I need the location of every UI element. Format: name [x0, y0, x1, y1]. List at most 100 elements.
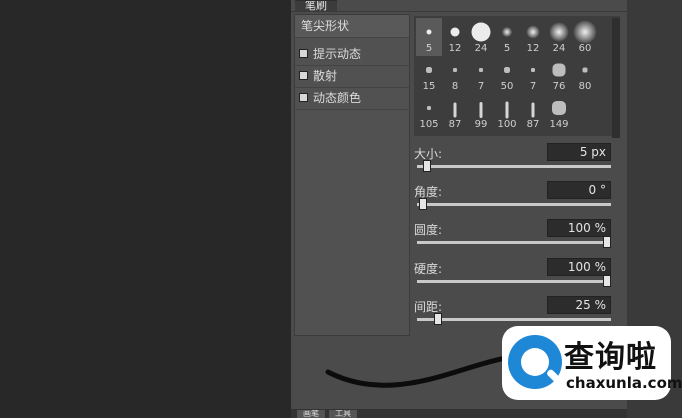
angle-input[interactable]: 0 °	[547, 181, 611, 199]
magnifier-icon	[508, 335, 563, 389]
brush-tip-icon	[504, 67, 510, 73]
brush-preset[interactable]: 50	[494, 56, 520, 94]
brush-tip-icon	[471, 22, 491, 42]
list-item-scatter[interactable]: 散射	[295, 65, 409, 88]
brush-tip-icon	[552, 101, 566, 115]
brush-tip-icon	[582, 67, 588, 73]
brush-tip-icon	[526, 25, 540, 39]
brush-preset[interactable]: 149	[546, 94, 572, 132]
brush-preset-size: 100	[497, 119, 517, 130]
list-item-label: 散射	[313, 69, 338, 83]
brush-tip-icon	[531, 68, 535, 72]
tab-tool-bottom[interactable]: 工具	[329, 410, 357, 418]
spacing-input[interactable]: 25 %	[547, 296, 611, 314]
brush-tip-icon	[426, 29, 432, 35]
brush-preset-size: 5	[425, 43, 433, 54]
size-unit: px	[591, 145, 606, 159]
brush-preset[interactable]: 87	[520, 94, 546, 132]
brush-preset[interactable]: 5	[416, 18, 442, 56]
brush-preset-size: 99	[474, 119, 488, 130]
brush-preset[interactable]: 87	[442, 94, 468, 132]
brush-preset[interactable]: 99	[468, 94, 494, 132]
brush-preset[interactable]: 7	[468, 56, 494, 94]
brush-preset[interactable]: 12	[442, 18, 468, 56]
canvas-area[interactable]	[0, 0, 291, 418]
watermark-subtitle: chaxunla.com	[566, 374, 682, 392]
size-value: 5	[579, 145, 588, 159]
brush-preset-size: 7	[529, 81, 537, 92]
size-input[interactable]: 5 px	[547, 143, 611, 161]
brush-preset-size: 50	[500, 81, 514, 92]
brush-preset-size: 7	[477, 81, 485, 92]
list-item-label: 笔尖形状	[301, 19, 350, 33]
brush-tip-icon	[549, 22, 569, 42]
brush-preset-size: 87	[526, 119, 540, 130]
angle-slider[interactable]	[417, 203, 611, 206]
brush-preset[interactable]: 60	[572, 18, 598, 56]
list-item-tip-shape[interactable]: 笔尖形状	[295, 15, 409, 38]
hardness-value: 100	[567, 260, 591, 274]
brush-tip-icon	[552, 63, 566, 77]
brush-preset-size: 5	[503, 43, 511, 54]
roundness-label: 圆度:	[414, 223, 443, 237]
size-slider[interactable]	[417, 165, 611, 168]
angle-unit: °	[600, 183, 606, 197]
brush-preset[interactable]: 24	[468, 18, 494, 56]
roundness-slider-thumb[interactable]	[603, 236, 611, 248]
checkbox[interactable]	[299, 49, 308, 58]
preset-scrollbar[interactable]	[612, 18, 620, 138]
brush-preset[interactable]: 80	[572, 56, 598, 94]
brush-preset-grid[interactable]: 5 12 24 5 12 24 60 15 8 7 50 7 76 80 105 87 99 100 87 149	[414, 16, 620, 136]
watermark-logo: 查询啦 chaxunla.com	[502, 326, 682, 400]
brush-preset[interactable]: 7	[520, 56, 546, 94]
spacing-value: 25	[575, 298, 591, 312]
checkbox[interactable]	[299, 71, 308, 80]
brush-preset[interactable]: 24	[546, 18, 572, 56]
list-item-tip-dynamics[interactable]: 提示动态	[295, 43, 409, 66]
brush-preset[interactable]: 76	[546, 56, 572, 94]
list-item-color-dynamics[interactable]: 动态颜色	[295, 87, 409, 110]
brush-preset-size: 12	[526, 43, 540, 54]
brush-tip-icon	[573, 20, 597, 44]
brush-preset[interactable]: 100	[494, 94, 520, 132]
hardness-slider-thumb[interactable]	[603, 275, 611, 287]
brush-preset-size: 80	[578, 81, 592, 92]
roundness-input[interactable]: 100 %	[547, 219, 611, 237]
size-slider-thumb[interactable]	[422, 160, 431, 172]
brush-tip-icon	[531, 102, 535, 118]
spacing-slider[interactable]	[417, 318, 611, 321]
tab-divider	[291, 11, 627, 12]
brush-tip-icon	[426, 67, 432, 73]
list-item-label: 提示动态	[313, 47, 362, 61]
spacing-unit: %	[594, 298, 606, 312]
brush-preset[interactable]: 12	[520, 18, 546, 56]
hardness-slider[interactable]	[417, 280, 611, 283]
checkbox[interactable]	[299, 93, 308, 102]
brush-tip-icon	[450, 27, 460, 37]
brush-preset[interactable]: 15	[416, 56, 442, 94]
brush-preset-size: 87	[448, 119, 462, 130]
angle-value: 0	[588, 183, 597, 197]
hardness-input[interactable]: 100 %	[547, 258, 611, 276]
brush-preset[interactable]: 5	[494, 18, 520, 56]
brush-tip-icon	[453, 102, 457, 118]
roundness-slider[interactable]	[417, 241, 611, 244]
tab-brush-bottom[interactable]: 画笔	[297, 410, 325, 418]
brush-preset[interactable]: 8	[442, 56, 468, 94]
brush-tip-icon	[505, 101, 509, 119]
brush-preset[interactable]: 105	[416, 94, 442, 132]
brush-settings-list: 笔尖形状 提示动态 散射 动态颜色	[294, 14, 410, 336]
spacing-slider-thumb[interactable]	[433, 313, 442, 325]
brush-preset-size: 12	[448, 43, 462, 54]
brush-tip-icon	[479, 68, 483, 72]
brush-preset-size: 15	[422, 81, 436, 92]
hardness-unit: %	[594, 260, 606, 274]
brush-tip-icon	[453, 68, 457, 72]
angle-slider-thumb[interactable]	[418, 198, 427, 210]
brush-preset-size: 105	[419, 119, 439, 130]
brush-preset-size: 24	[474, 43, 488, 54]
brush-preset-size: 24	[552, 43, 566, 54]
roundness-value: 100	[567, 221, 591, 235]
brush-preset-size: 8	[451, 81, 459, 92]
watermark-title: 查询啦	[564, 340, 657, 375]
